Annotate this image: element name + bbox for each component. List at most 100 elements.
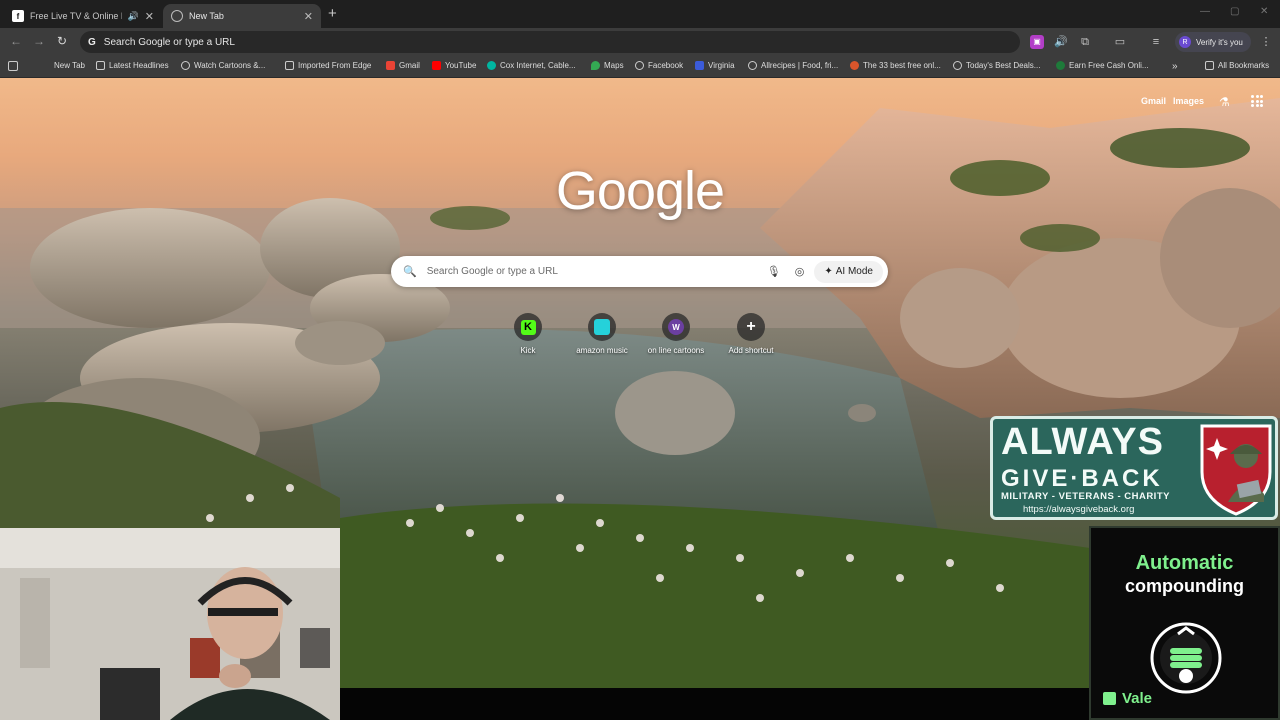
close-tab-icon[interactable]: ✕ [304,10,313,23]
banner-line-3: MILITARY - VETERANS - CHARITY [1001,491,1170,502]
maps-icon [591,61,600,70]
ai-search-icon: ✦ [824,266,833,277]
google-apps-icon[interactable] [1251,95,1263,107]
shortcut-label: amazon music [576,346,628,355]
bookmark-33-best-free[interactable]: The 33 best free onl... [850,61,941,70]
apps-grid-icon[interactable] [8,61,22,71]
shortcut-kick[interactable]: K Kick [493,313,563,355]
window-close-icon[interactable]: ✕ [1260,6,1268,17]
search-placeholder: Search Google or type a URL [426,266,558,277]
browser-window: f Free Live TV & Online Radio 🔊 ✕ New Ta… [0,0,1280,720]
more-menu-icon[interactable]: ⋮ [1259,35,1273,49]
bookmark-allrecipes[interactable]: Allrecipes | Food, fri... [748,61,838,70]
profile-avatar: R [1179,36,1191,48]
screen-bottom-bar [340,688,1089,720]
ad-headline-2: compounding [1125,576,1244,596]
cox-icon [487,61,496,70]
address-bar-text: Search Google or type a URL [103,36,235,48]
verify-label: Verify it's you [1196,37,1243,47]
bookmark-gmail[interactable]: Gmail [386,61,420,70]
shortcut-label: Kick [520,346,536,355]
verify-profile-button[interactable]: R Verify it's you [1175,32,1251,52]
ad-headline-1: Automatic [1135,552,1234,574]
bookmark-all-bookmarks[interactable]: All Bookmarks [1205,61,1269,70]
youtube-icon [432,61,441,70]
online-cartoons-icon: W [662,313,690,341]
bookmark-virginia[interactable]: Virginia [695,61,735,70]
tab-title: Free Live TV & Online Radio [30,11,122,21]
tab-title: New Tab [189,11,224,21]
vale-logo-icon [1103,692,1116,705]
close-tab-icon[interactable]: ✕ [145,10,154,23]
ai-mode-label: AI Mode [835,266,873,277]
labs-flask-icon[interactable]: ⚗ [1219,95,1230,109]
banner-line-1: ALWAYS [1001,421,1164,463]
google-search-box[interactable]: 🔍 Search Google or type a URL 🎙 ◎ ✦ AI M… [391,256,888,287]
ai-mode-button[interactable]: ✦ AI Mode [814,260,883,283]
new-tab-plus-icon[interactable]: + [328,5,337,22]
webcam-overlay [0,528,340,720]
browser-toolbar: ← → ↻ G Search Google or type a URL ▣ 🔊 … [0,28,1280,56]
shortcut-amazon-music[interactable]: amazon music [567,313,637,355]
microphone-icon[interactable]: 🎙 [767,265,781,278]
bookmark-todays-best-deals[interactable]: Today's Best Deals... [953,61,1040,70]
bookmark-watch-cartoons[interactable]: Watch Cartoons &... [181,61,265,70]
forward-icon[interactable]: → [33,34,45,48]
tab-free-live-tv[interactable]: f Free Live TV & Online Radio 🔊 ✕ [4,4,162,28]
site-icon [850,61,859,70]
media-audio-icon[interactable]: 🔊 [1054,35,1068,49]
folder-icon [96,61,105,70]
folder-icon [285,61,294,70]
bookmark-maps[interactable]: Maps [591,61,624,70]
kick-icon: K [514,313,542,341]
vale-brand: Vale [1103,690,1152,707]
globe-icon [635,61,644,70]
minimize-icon[interactable]: — [1200,6,1210,17]
banner-url: https://alwaysgiveback.org [1023,504,1135,515]
google-lens-icon[interactable]: ◎ [795,265,805,278]
images-link[interactable]: Images [1173,96,1204,106]
back-icon[interactable]: ← [10,34,22,48]
screen-cast-icon[interactable]: ▭ [1113,35,1127,49]
gmail-icon [386,61,395,70]
reload-icon[interactable]: ↻ [57,34,67,48]
shortcut-label: Add shortcut [728,346,774,355]
bookmarks-overflow-chevron-icon[interactable]: » [1172,61,1178,72]
tab-strip: f Free Live TV & Online Radio 🔊 ✕ New Ta… [0,0,1280,28]
shortcut-label: on line cartoons [647,346,705,355]
extensions-puzzle-icon[interactable]: ⧉ [1078,35,1092,49]
address-bar[interactable]: G Search Google or type a URL [80,31,1020,53]
bookmark-latest-headlines[interactable]: Latest Headlines [96,61,169,70]
search-icon: 🔍 [403,266,417,278]
banner-line-2: GIVE·BACK [1001,465,1163,492]
reading-list-icon[interactable]: ≡ [1149,35,1163,49]
chrome-favicon-icon [171,10,183,22]
webcam-presenter-image [0,528,340,720]
bookmark-imported-from-edge[interactable]: Imported From Edge [285,61,371,70]
google-g-icon: G [88,36,96,48]
speaker-icon[interactable]: 🔊 [128,11,139,22]
shortcut-add[interactable]: + Add shortcut [716,313,786,355]
folder-icon [1205,61,1214,70]
tab-favicon: f [12,10,24,22]
site-icon [1056,61,1065,70]
bookmark-earn-free-cash[interactable]: Earn Free Cash Onli... [1056,61,1149,70]
extension-icon[interactable]: ▣ [1030,35,1044,49]
always-give-back-banner: ALWAYS GIVE·BACK MILITARY - VETERANS - C… [990,416,1278,520]
bookmark-new-tab[interactable]: New Tab [54,61,85,70]
vale-brand-name: Vale [1122,690,1153,707]
coin-stack-gear-icon [1150,622,1222,694]
globe-icon [953,61,962,70]
globe-icon [181,61,190,70]
shortcut-online-cartoons[interactable]: W on line cartoons [641,313,711,355]
vale-ad-panel: Automatic compounding Vale [1089,526,1280,720]
bookmark-cox[interactable]: Cox Internet, Cable... [487,61,576,70]
soldier-shield-logo [1200,424,1272,516]
google-logo: Google [555,161,725,221]
maximize-icon[interactable]: ▢ [1230,6,1239,17]
tab-new-tab[interactable]: New Tab ✕ [163,4,321,28]
globe-icon [748,61,757,70]
gmail-link[interactable]: Gmail [1141,96,1166,106]
bookmark-youtube[interactable]: YouTube [432,61,476,70]
bookmark-facebook[interactable]: Facebook [635,61,683,70]
